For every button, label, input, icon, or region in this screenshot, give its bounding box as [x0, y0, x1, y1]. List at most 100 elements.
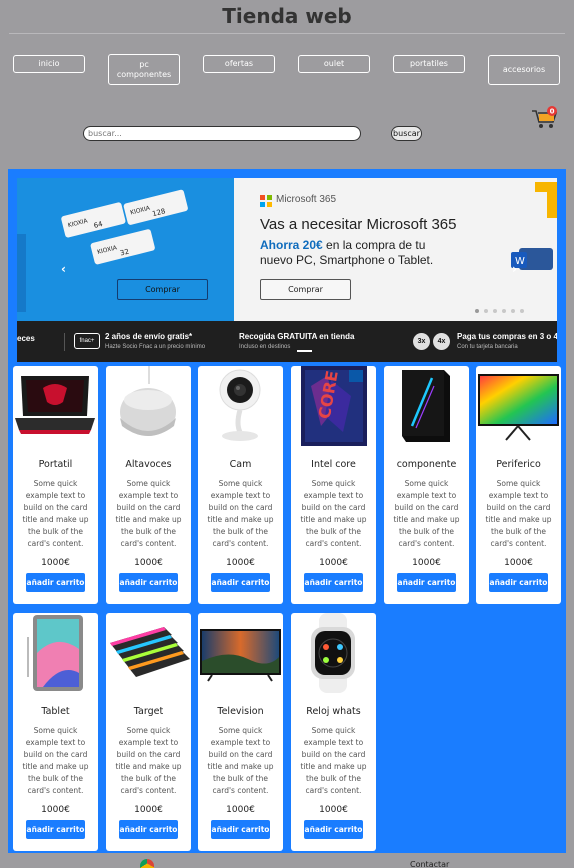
microsoft-logo-icon [260, 195, 272, 207]
product-price: 1000€ [134, 805, 163, 815]
promo-carousel: KIOXIA 64 KIOXIA 128 KIOXIA 32 ‹ Comprar [17, 178, 557, 362]
product-price: 1000€ [226, 805, 255, 815]
product-card: Target Some quick example text to build … [106, 613, 191, 851]
promo-highlight: Ahorra 20€ [260, 238, 323, 252]
carousel-dot[interactable] [502, 309, 506, 313]
brand-name: Microsoft 365 [276, 194, 337, 205]
strip-item3-title: Paga tus compras en 3 o 4 v [457, 332, 557, 341]
product-description: Some quick example text to build on the … [207, 726, 274, 795]
add-to-cart-button[interactable]: añadir carrito [489, 573, 548, 592]
installment-badge-3x: 3x [413, 333, 430, 350]
camera-image [198, 366, 283, 446]
nav-label: accesorios [502, 65, 546, 74]
ram-modules-image [106, 613, 191, 693]
comprar-button-microsoft[interactable]: Comprar [260, 279, 351, 300]
product-price: 1000€ [41, 558, 70, 568]
product-card: Television Some quick example text to bu… [198, 613, 283, 851]
nav-label: oulet [323, 59, 345, 68]
television-image [198, 613, 283, 693]
promo-subheading: Ahorra 20€ en la compra de tu nuevo PC, … [260, 238, 460, 268]
carousel-indicators[interactable] [475, 309, 524, 313]
product-card: componente Some quick example text to bu… [384, 366, 469, 604]
search-input[interactable] [83, 126, 361, 141]
product-title: Intel core [311, 459, 356, 470]
product-card: Cam Some quick example text to build on … [198, 366, 283, 604]
nav-button-oulet[interactable]: oulet [298, 55, 370, 73]
add-to-cart-button[interactable]: añadir carrito [119, 573, 178, 592]
product-card: CORE Intel core Some quick example text … [291, 366, 376, 604]
carousel-slide-usb: KIOXIA 64 KIOXIA 128 KIOXIA 32 ‹ Comprar [17, 178, 234, 321]
tablet-image [13, 613, 98, 693]
carousel-dot[interactable] [475, 309, 479, 313]
product-price: 1000€ [504, 558, 533, 568]
product-description: Some quick example text to build on the … [207, 479, 274, 548]
strip-underline [297, 350, 312, 352]
carousel-dot[interactable] [520, 309, 524, 313]
product-title: componente [396, 459, 457, 470]
product-description: Some quick example text to build on the … [115, 479, 182, 548]
product-title: Cam [229, 459, 252, 470]
monitor-image [476, 366, 561, 446]
add-to-cart-button[interactable]: añadir carrito [304, 573, 363, 592]
carousel-slide-microsoft: Microsoft 365 Vas a necesitar Microsoft … [234, 178, 557, 321]
add-to-cart-button[interactable]: añadir carrito [26, 573, 85, 592]
strip-item1-title: 2 años de envío gratis* [105, 332, 193, 341]
product-title: Tablet [41, 706, 70, 717]
carousel-next-icon[interactable]: › [512, 262, 517, 276]
product-title: Periferico [496, 459, 541, 470]
product-description: Some quick example text to build on the … [393, 479, 460, 548]
add-to-cart-button[interactable]: añadir carrito [397, 573, 456, 592]
nav-button-accesorios[interactable]: accesorios [488, 55, 560, 85]
nav-button-inicio[interactable]: inicio [13, 55, 85, 73]
product-price: 1000€ [134, 558, 163, 568]
add-to-cart-button[interactable]: añadir carrito [119, 820, 178, 839]
add-to-cart-button[interactable]: añadir carrito [211, 573, 270, 592]
promo-heading: Vas a necesitar Microsoft 365 [260, 216, 457, 233]
product-description: Some quick example text to build on the … [22, 479, 89, 548]
product-card: Portatil Some quick example text to buil… [13, 366, 98, 604]
nav-label: pc componentes [116, 59, 172, 79]
comprar-button-usb[interactable]: Comprar [117, 279, 208, 300]
product-description: Some quick example text to build on the … [115, 726, 182, 795]
carousel-prev-icon[interactable]: ‹ [61, 262, 66, 276]
product-card: Tablet Some quick example text to build … [13, 613, 98, 851]
product-card: Periferico Some quick example text to bu… [476, 366, 561, 604]
search-button[interactable]: buscar [391, 126, 422, 141]
carousel-dot[interactable] [493, 309, 497, 313]
add-to-cart-button[interactable]: añadir carrito [26, 820, 85, 839]
add-to-cart-button[interactable]: añadir carrito [211, 820, 270, 839]
carousel-dot[interactable] [511, 309, 515, 313]
main-panel: KIOXIA 64 KIOXIA 128 KIOXIA 32 ‹ Comprar [8, 169, 566, 853]
nav-label: portatiles [410, 59, 448, 68]
page-title: Tienda web [222, 4, 352, 28]
nav-button-portatiles[interactable]: portatiles [393, 55, 465, 73]
office-decoration-icon: W [511, 182, 557, 270]
strip-item2-sub: Incluso en destinos [239, 344, 291, 350]
strip-divider [64, 333, 65, 351]
product-description: Some quick example text to build on the … [300, 726, 367, 795]
installment-badge-4x: 4x [433, 333, 450, 350]
contact-link[interactable]: Contactar [410, 860, 449, 868]
intel-box-image: CORE [291, 366, 376, 446]
browser-logo-icon [140, 859, 154, 868]
nav-button-pc-componentes[interactable]: pc componentes [108, 54, 180, 85]
carousel-dot[interactable] [484, 309, 488, 313]
shopping-cart-icon[interactable]: 0 [531, 105, 559, 131]
smartwatch-image [291, 613, 376, 693]
add-to-cart-button[interactable]: añadir carrito [304, 820, 363, 839]
nav-button-ofertas[interactable]: ofertas [203, 55, 275, 73]
product-card: Altavoces Some quick example text to bui… [106, 366, 191, 604]
strip-item3-sub: Con tu tarjeta bancaria [457, 344, 518, 350]
product-price: 1000€ [412, 558, 441, 568]
product-description: Some quick example text to build on the … [300, 479, 367, 548]
product-title: Portatil [38, 459, 73, 470]
fnac-logo: fnac+ [74, 333, 100, 349]
cart-badge: 0 [550, 108, 555, 116]
strip-item1-sub: Hazte Socio Fnac a un precio mínimo [105, 344, 206, 350]
product-price: 1000€ [41, 805, 70, 815]
strip-fragment: eces [17, 334, 35, 343]
nav-label: inicio [38, 59, 60, 68]
product-price: 1000€ [319, 558, 348, 568]
smart-speaker-image [106, 366, 191, 446]
pc-tower-image [384, 366, 469, 446]
